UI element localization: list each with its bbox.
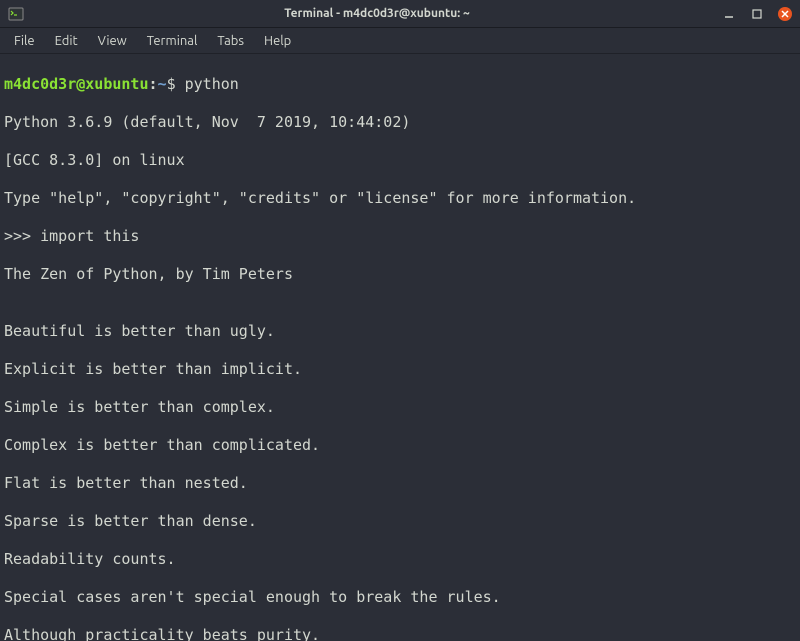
zen-line: Simple is better than complex.: [4, 398, 796, 417]
python-prompt: >>>: [4, 227, 40, 245]
shell-command: python: [185, 75, 239, 93]
menu-view[interactable]: View: [88, 30, 137, 52]
zen-line: Readability counts.: [4, 550, 796, 569]
window-controls: [722, 7, 792, 21]
zen-line: Sparse is better than dense.: [4, 512, 796, 531]
menu-file[interactable]: File: [4, 30, 45, 52]
zen-line: Although practicality beats purity.: [4, 626, 796, 641]
menu-terminal[interactable]: Terminal: [137, 30, 208, 52]
maximize-button[interactable]: [750, 7, 764, 21]
menu-edit[interactable]: Edit: [45, 30, 88, 52]
python-command: import this: [40, 227, 139, 245]
close-button[interactable]: [778, 7, 792, 21]
prompt-dollar: $: [167, 75, 185, 93]
terminal-output[interactable]: m4dc0d3r@xubuntu:~$ python Python 3.6.9 …: [0, 54, 800, 641]
python-version: Python 3.6.9 (default, Nov 7 2019, 10:44…: [4, 113, 796, 132]
zen-line: Explicit is better than implicit.: [4, 360, 796, 379]
titlebar: Terminal - m4dc0d3r@xubuntu: ~: [0, 0, 800, 28]
menu-help[interactable]: Help: [254, 30, 301, 52]
python-gcc: [GCC 8.3.0] on linux: [4, 151, 796, 170]
prompt-path: ~: [158, 75, 167, 93]
menu-tabs[interactable]: Tabs: [207, 30, 254, 52]
zen-line: Beautiful is better than ugly.: [4, 322, 796, 341]
zen-line: Complex is better than complicated.: [4, 436, 796, 455]
zen-line: Flat is better than nested.: [4, 474, 796, 493]
minimize-button[interactable]: [722, 7, 736, 21]
window-title: Terminal - m4dc0d3r@xubuntu: ~: [32, 7, 722, 20]
zen-line: Special cases aren't special enough to b…: [4, 588, 796, 607]
menubar: File Edit View Terminal Tabs Help: [0, 28, 800, 54]
prompt-separator: :: [149, 75, 158, 93]
python-help: Type "help", "copyright", "credits" or "…: [4, 189, 796, 208]
prompt-user-host: m4dc0d3r@xubuntu: [4, 75, 149, 93]
terminal-app-icon: [8, 6, 24, 22]
zen-title: The Zen of Python, by Tim Peters: [4, 265, 796, 284]
